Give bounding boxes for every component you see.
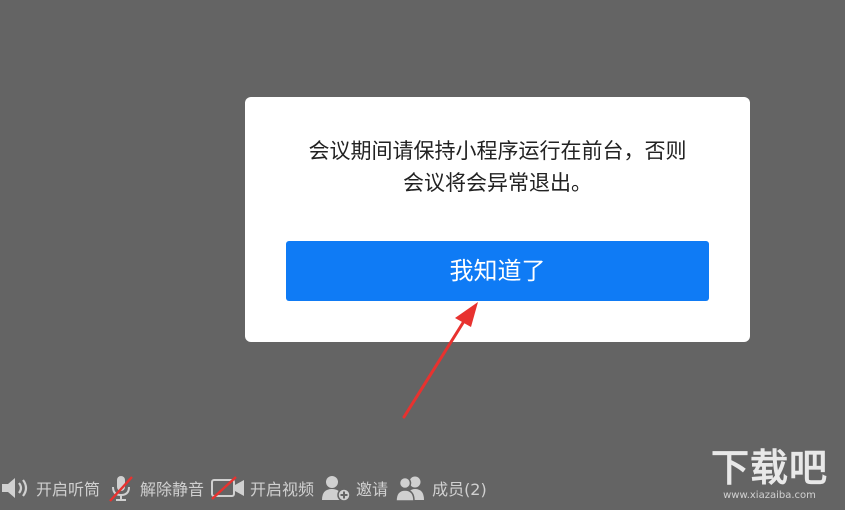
toolbar-unmute-label: 解除静音	[140, 480, 205, 499]
toolbar-video[interactable]: 开启视频	[210, 466, 314, 510]
toolbar-members-label: 成员(2)	[432, 480, 487, 499]
speaker-icon	[2, 478, 28, 498]
toolbar-video-label: 开启视频	[250, 480, 315, 499]
toolbar-unmute[interactable]: 解除静音	[106, 466, 204, 510]
watermark-url: www.xiazaiba.com	[723, 490, 816, 501]
alert-dialog: 会议期间请保持小程序运行在前台，否则 会议将会异常退出。 我知道了	[245, 97, 750, 342]
members-icon	[395, 476, 425, 502]
confirm-button[interactable]: 我知道了	[286, 241, 709, 301]
watermark-logo: 下载吧	[710, 446, 828, 490]
toolbar-invite[interactable]: 邀请	[320, 466, 388, 510]
dialog-message-line-1: 会议期间请保持小程序运行在前台，否则	[308, 139, 687, 163]
watermark: 下载吧 www.xiazaiba.com	[702, 446, 837, 506]
toolbar-speaker[interactable]: 开启听筒	[0, 466, 100, 510]
microphone-muted-icon	[109, 476, 133, 502]
toolbar-invite-label: 邀请	[356, 480, 389, 499]
meeting-screen: 会议期间请保持小程序运行在前台，否则 会议将会异常退出。 我知道了 开启听筒 解…	[0, 0, 845, 510]
video-off-icon	[211, 476, 245, 500]
toolbar-speaker-label: 开启听筒	[36, 480, 101, 499]
invite-user-icon	[322, 476, 351, 502]
dialog-message-line-2: 会议将会异常退出。	[403, 171, 592, 195]
toolbar-members[interactable]: 成员(2)	[394, 466, 487, 510]
dialog-message: 会议期间请保持小程序运行在前台，否则 会议将会异常退出。	[275, 135, 720, 199]
